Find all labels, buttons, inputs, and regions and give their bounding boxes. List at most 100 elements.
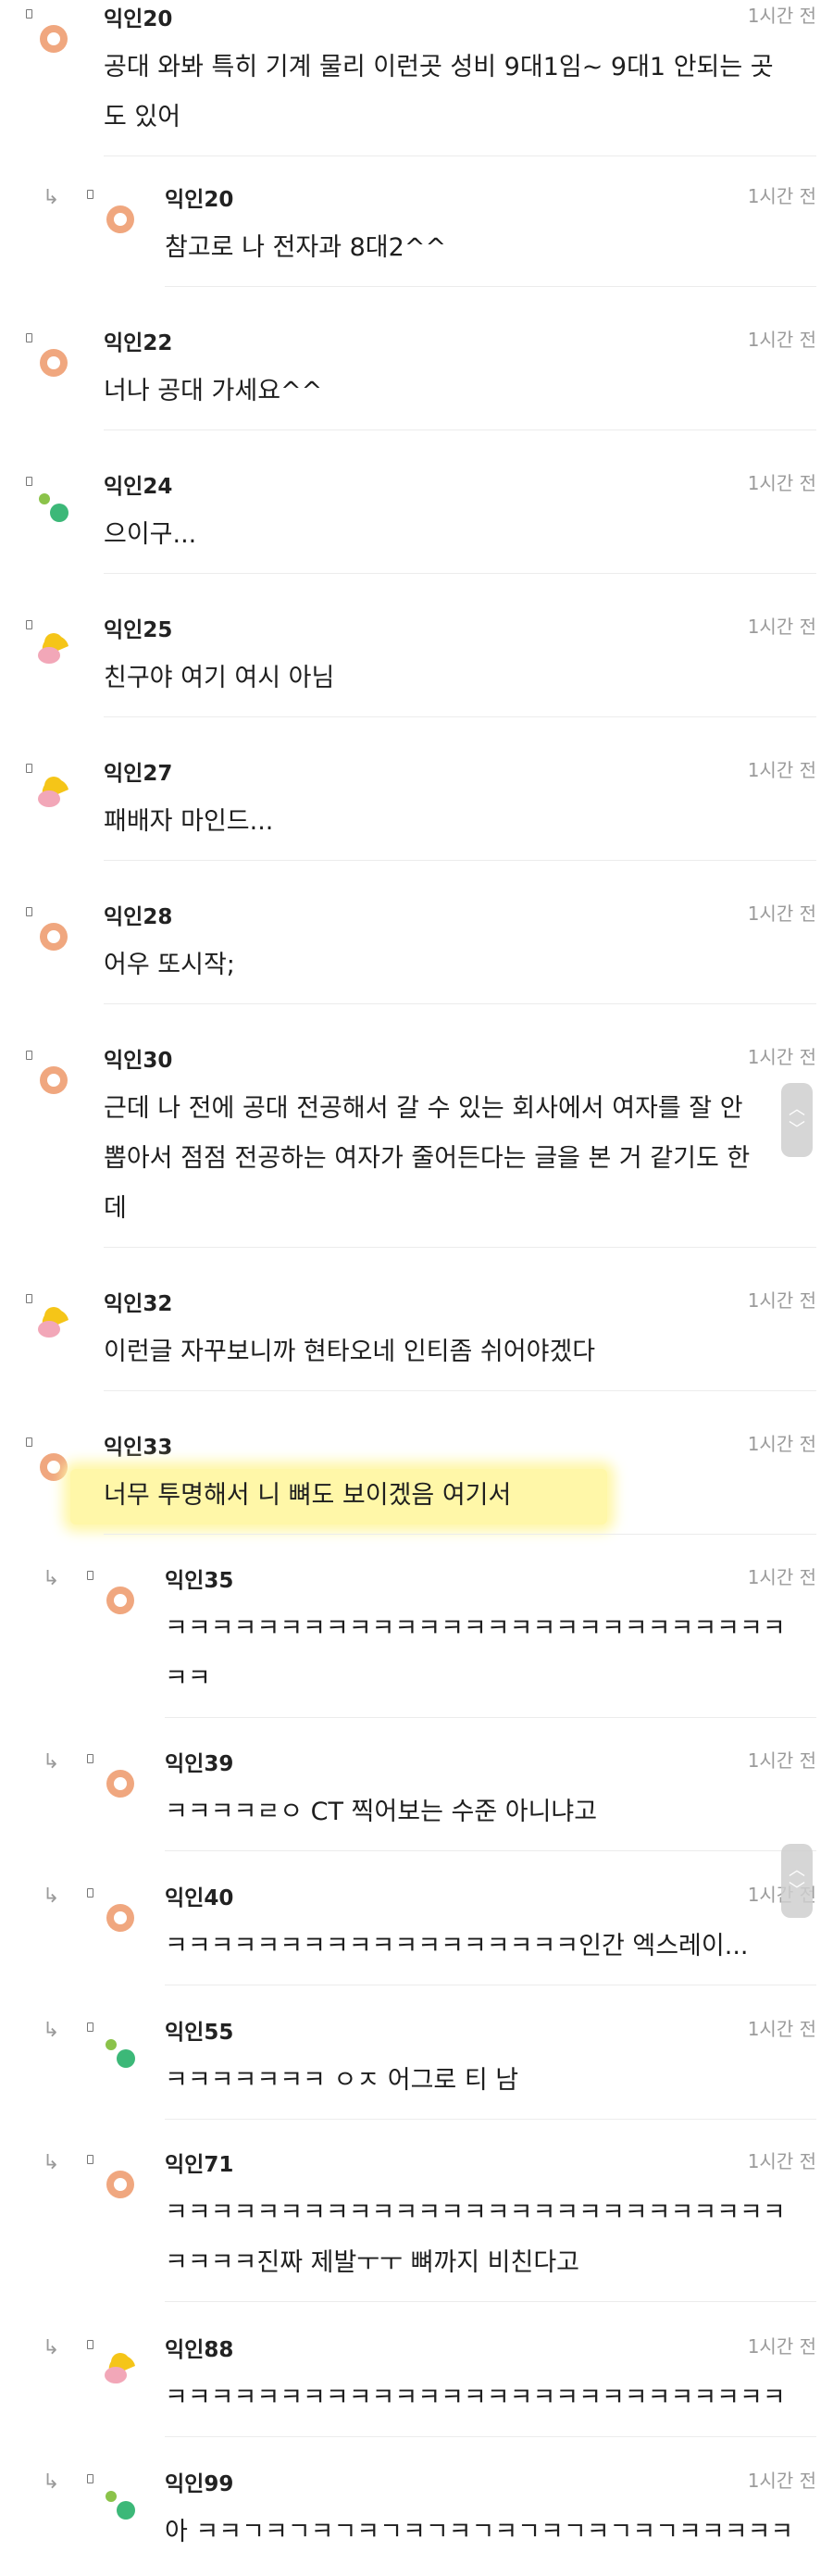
comment-author[interactable]: 익인39 (165, 1750, 233, 1778)
comment-author[interactable]: 익인30 (104, 1047, 172, 1075)
comment-text-line: 으이구... (104, 520, 197, 549)
comment-item: 익인32 1시간 전이런글 자꾸보니까 현타오네 인티좀 쉬어야겠다 (0, 1285, 833, 1428)
comment-author[interactable]: 익인27 (104, 760, 172, 788)
scroll-handle-icon[interactable]: ︿ ﹀ (781, 1083, 813, 1157)
comment-option-icon[interactable] (87, 190, 93, 199)
comment-option-icon[interactable] (87, 1754, 93, 1763)
reply-arrow-icon: ↳ (43, 186, 60, 209)
comment-text-line: ㅋㅋㅋㅋㄹㅇ CT 찍어보는 수준 아니냐고 (165, 1798, 598, 1826)
comment-author[interactable]: 익인20 (165, 186, 233, 214)
avatar (35, 1062, 72, 1099)
reply-arrow-icon: ↳ (43, 1750, 60, 1773)
avatar (35, 631, 72, 668)
comment-item: ↳ 익인55 1시간 전 ㅋㅋㅋㅋㅋㅋㅋ ㅇㅈ 어그로 티 남 (0, 2013, 833, 2146)
comment-time: 1시간 전 (747, 185, 816, 207)
avatar (35, 344, 72, 381)
comment-author[interactable]: 익인28 (104, 903, 172, 931)
avatar (102, 2166, 139, 2203)
reply-arrow-icon: ↳ (43, 2019, 60, 2042)
comment-text-line: ㅋㅋㅋㅋㅋㅋㅋㅋㅋㅋㅋㅋㅋㅋㅋㅋㅋㅋㅋㅋㅋㅋㅋㅋㅋㅋㅋ (165, 2198, 786, 2227)
reply-arrow-icon: ↳ (43, 2151, 60, 2174)
reply-arrow-icon: ↳ (43, 2336, 60, 2359)
comment-text-line: 뽑아서 점점 전공하는 여자가 줄어든다는 글을 본 거 같기도 한 (104, 1144, 751, 1173)
comment-time: 1시간 전 (747, 1289, 816, 1312)
comment-item: 익인24 1시간 전 으이구... (0, 467, 833, 611)
comment-author[interactable]: 익인24 (104, 473, 172, 501)
comment-text-line: 너무 투명해서 니 뼈도 보이겠음 여기서 (104, 1481, 512, 1510)
comment-time: 1시간 전 (747, 2470, 816, 2492)
comment-option-icon[interactable] (26, 477, 32, 486)
comment-text-line: 패배자 마인드... (104, 807, 274, 836)
comment-time: 1시간 전 (747, 616, 816, 638)
comment-item: 익인33 1시간 전너무 투명해서 니 뼈도 보이겠음 여기서 (0, 1428, 833, 1562)
comment-time: 1시간 전 (747, 1046, 816, 1068)
comment-item: 익인20 1시간 전 공대 와봐 특히 기계 물리 이런곳 성비 9대1임~ 9대1… (0, 0, 833, 180)
comment-option-icon[interactable] (26, 9, 32, 19)
avatar (102, 2351, 139, 2388)
avatar (102, 1899, 139, 1936)
comment-divider (165, 286, 816, 287)
reply-arrow-icon: ↳ (43, 1567, 60, 1590)
comment-option-icon[interactable] (26, 1051, 32, 1060)
comment-text-line: 너나 공대 가세요^^ (104, 377, 323, 405)
comment-option-icon[interactable] (26, 907, 32, 916)
comment-item: ↳ 익인35 1시간 전 ㅋㅋㅋㅋㅋㅋㅋㅋㅋㅋㅋㅋㅋㅋㅋㅋㅋㅋㅋㅋㅋㅋㅋㅋㅋㅋㅋ ㅋㅋ (0, 1562, 833, 1745)
comment-option-icon[interactable] (87, 1888, 93, 1898)
comment-time: 1시간 전 (747, 759, 816, 781)
comment-text-line: 이런글 자꾸보니까 현타오네 인티좀 쉬어야겠다 (104, 1338, 596, 1366)
comment-author[interactable]: 익인88 (165, 2336, 233, 2364)
comment-option-icon[interactable] (87, 2340, 93, 2349)
comment-author[interactable]: 익인32 (104, 1290, 172, 1318)
comment-author[interactable]: 익인55 (165, 2019, 233, 2047)
reply-arrow-icon: ↳ (43, 1885, 60, 1908)
comment-option-icon[interactable] (87, 1571, 93, 1580)
comment-divider (165, 1850, 816, 1851)
chevron-down-icon: ﹀ (789, 1881, 805, 1900)
comment-option-icon[interactable] (26, 620, 32, 629)
chevron-up-icon: ︿ (789, 1100, 805, 1119)
comment-text-line: 어우 또시작; (104, 951, 235, 979)
comment-divider (165, 2436, 816, 2437)
comment-author[interactable]: 익인22 (104, 330, 172, 357)
comment-item: ↳ 익인88 1시간 전 ㅋㅋㅋㅋㅋㅋㅋㅋㅋㅋㅋㅋㅋㅋㅋㅋㅋㅋㅋㅋㅋㅋㅋㅋㅋㅋㅋ (0, 2331, 833, 2465)
comment-author[interactable]: 익인40 (165, 1885, 233, 1912)
comment-time: 1시간 전 (747, 902, 816, 925)
comment-divider (165, 2119, 816, 2120)
comment-option-icon[interactable] (87, 2474, 93, 2483)
comment-text-line: ㅋㅋㅋㅋㅋㅋㅋㅋㅋㅋㅋㅋㅋㅋㅋㅋㅋㅋㅋㅋㅋㅋㅋㅋㅋㅋㅋ (165, 2383, 786, 2412)
comment-item: 익인30 1시간 전 근데 나 전에 공대 전공해서 갈 수 있는 회사에서 여자를… (0, 1041, 833, 1285)
comment-author[interactable]: 익인35 (165, 1567, 233, 1595)
comment-divider (104, 1247, 816, 1248)
comment-author[interactable]: 익인20 (104, 6, 172, 33)
comment-author[interactable]: 익인25 (104, 616, 172, 644)
comment-divider (104, 573, 816, 574)
comment-time: 1시간 전 (747, 1433, 816, 1455)
comment-item: 익인25 1시간 전 친구야 여기 여시 아님 (0, 611, 833, 754)
comment-time: 1시간 전 (747, 2335, 816, 2358)
comment-text-line: ㅋㅋ (165, 1664, 211, 1693)
avatar (35, 1305, 72, 1342)
comment-time: 1시간 전 (747, 1749, 816, 1772)
comment-item: ↳ 익인20 1시간 전참고로 나 전자과 8대2^^ (0, 180, 833, 324)
comment-divider (104, 860, 816, 861)
comment-option-icon[interactable] (26, 333, 32, 342)
comment-item: ↳ 익인71 1시간 전 ㅋㅋㅋㅋㅋㅋㅋㅋㅋㅋㅋㅋㅋㅋㅋㅋㅋㅋㅋㅋㅋㅋㅋㅋㅋㅋㅋ ㅋㅋㅋ… (0, 2146, 833, 2331)
avatar (35, 918, 72, 955)
comment-author[interactable]: 익인71 (165, 2151, 233, 2179)
comment-option-icon[interactable] (87, 2022, 93, 2032)
comment-divider (165, 1717, 816, 1718)
comment-divider (104, 429, 816, 430)
comment-option-icon[interactable] (87, 2155, 93, 2164)
comment-option-icon[interactable] (26, 764, 32, 773)
comment-option-icon[interactable] (26, 1294, 32, 1303)
scroll-handle-icon[interactable]: ︿ ﹀ (781, 1844, 813, 1918)
avatar (35, 488, 72, 525)
avatar (102, 1765, 139, 1802)
comment-text-line: 참고로 나 전자과 8대2^^ (165, 233, 447, 262)
comment-author[interactable]: 익인99 (165, 2470, 233, 2498)
comment-item: ↳ 익인99 1시간 전아 ㅋㅋㄱㅋㄱㅋㄱㅋㄱㅋㄱㅋㄱㅋㄱㅋㄱㅋㄱㅋㄱㅋㅋㅋㅋㅋ (0, 2465, 833, 2576)
comment-author[interactable]: 익인33 (104, 1434, 172, 1462)
comment-option-icon[interactable] (26, 1437, 32, 1447)
avatar (102, 2034, 139, 2071)
avatar (102, 201, 139, 238)
